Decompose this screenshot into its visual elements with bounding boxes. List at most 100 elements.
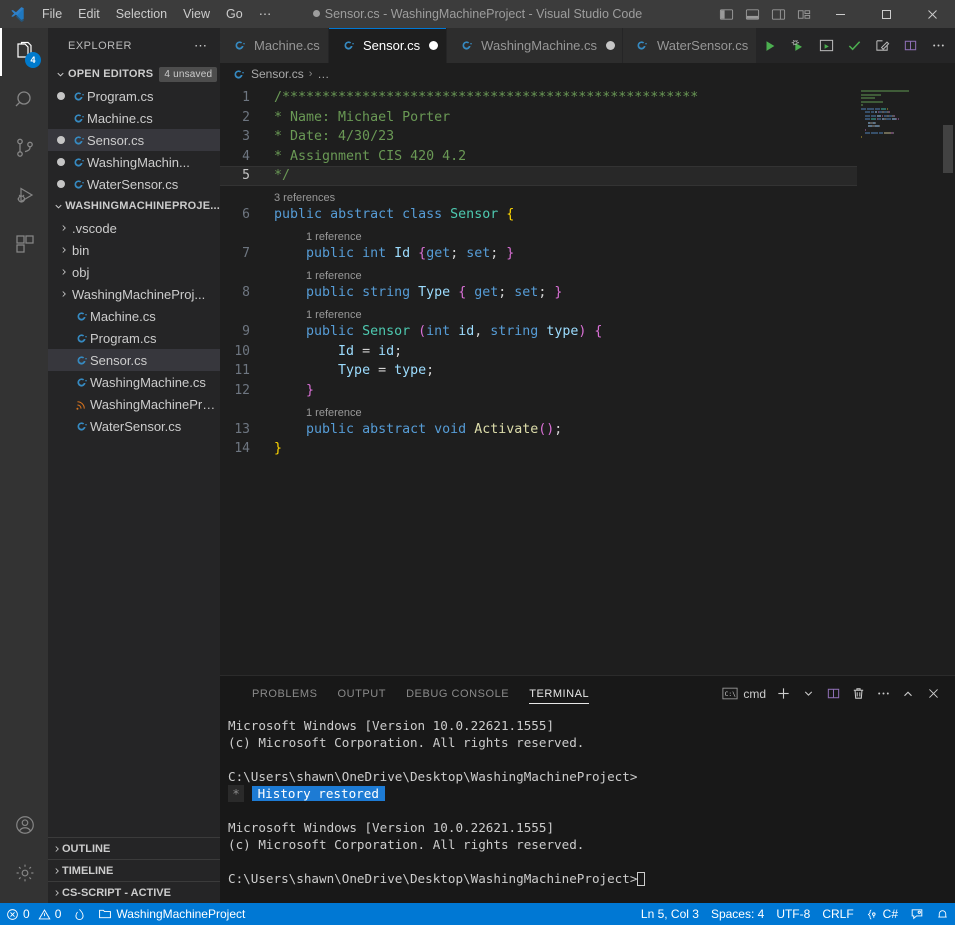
open-editor-item[interactable]: Machine.cs <box>48 107 220 129</box>
window-close-button[interactable] <box>909 0 955 28</box>
window-maximize-button[interactable] <box>863 0 909 28</box>
scrollbar-thumb[interactable] <box>943 125 953 173</box>
section-timeline[interactable]: TIMELINE <box>48 859 220 881</box>
code-line[interactable]: 14} <box>220 439 857 459</box>
panel-tab-output[interactable]: OUTPUT <box>328 676 397 711</box>
panel-tab-debug-console[interactable]: DEBUG CONSOLE <box>396 676 519 711</box>
kill-terminal-button[interactable] <box>846 682 870 706</box>
status-ports[interactable] <box>67 903 92 925</box>
code-line[interactable]: 9 public Sensor (int id, string type) { <box>220 322 857 342</box>
activity-item-extensions[interactable] <box>0 220 48 268</box>
activity-item-run-and-debug[interactable] <box>0 172 48 220</box>
section-outline[interactable]: OUTLINE <box>48 837 220 859</box>
menu-selection[interactable]: Selection <box>108 2 175 26</box>
code-line[interactable]: 1 /**************************************… <box>220 88 857 108</box>
run-in-terminal-button[interactable] <box>813 32 839 60</box>
section-cs-script[interactable]: CS-SCRIPT - ACTIVE <box>48 881 220 903</box>
codelens-reference[interactable]: 1 reference <box>300 230 362 244</box>
sidebar-more-actions-icon[interactable]: ⋯ <box>186 38 216 54</box>
dirty-indicator-icon[interactable] <box>52 180 69 188</box>
menu-view[interactable]: View <box>175 2 218 26</box>
activity-item-manage[interactable] <box>0 849 48 897</box>
new-terminal-button[interactable] <box>771 682 795 706</box>
more-actions-button[interactable] <box>925 32 951 60</box>
tab-dirty-indicator-icon[interactable] <box>429 41 439 50</box>
breadcrumb-trail[interactable]: … <box>317 67 329 81</box>
section-project-root[interactable]: WASHINGMACHINEPROJE... <box>48 195 220 217</box>
activity-item-explorer[interactable]: 4 <box>0 28 48 76</box>
menu-more[interactable]: ⋯ <box>251 2 280 26</box>
menu-go[interactable]: Go <box>218 2 251 26</box>
tree-item-folder[interactable]: WashingMachineProj... <box>48 283 220 305</box>
menu-file[interactable]: File <box>34 2 70 26</box>
tree-item-file[interactable]: WashingMachine.cs <box>48 371 220 393</box>
status-cursor-position[interactable]: Ln 5, Col 3 <box>635 903 705 925</box>
open-editor-item[interactable]: WaterSensor.cs <box>48 173 220 195</box>
open-editor-item[interactable]: Program.cs <box>48 85 220 107</box>
toggle-secondary-sidebar-icon[interactable] <box>765 0 791 28</box>
code-line[interactable]: 7 public int Id {get; set; } <box>220 244 857 264</box>
run-and-debug-button[interactable] <box>785 32 811 60</box>
status-indentation[interactable]: Spaces: 4 <box>705 903 770 925</box>
status-notifications[interactable] <box>930 903 955 925</box>
code-line[interactable]: 11 Type = type; <box>220 361 857 381</box>
tree-item-file-selected[interactable]: Sensor.cs <box>48 349 220 371</box>
tree-item-folder[interactable]: .vscode <box>48 217 220 239</box>
panel-tab-problems[interactable]: PROBLEMS <box>242 676 328 711</box>
code-content[interactable]: 1 /**************************************… <box>220 85 857 459</box>
dirty-indicator-icon[interactable] <box>52 158 69 166</box>
status-problems[interactable]: 0 0 <box>0 903 67 925</box>
status-feedback[interactable] <box>904 903 930 925</box>
code-line[interactable]: 3 * Date: 4/30/23 <box>220 127 857 147</box>
run-code-button[interactable] <box>757 32 783 60</box>
code-line[interactable]: 12 } <box>220 381 857 401</box>
code-line[interactable]: 4 * Assignment CIS 420 4.2 <box>220 147 857 167</box>
window-minimize-button[interactable] <box>817 0 863 28</box>
open-editor-item-selected[interactable]: Sensor.cs <box>48 129 220 151</box>
codelens-reference[interactable]: 1 reference <box>300 269 362 283</box>
dirty-indicator-icon[interactable] <box>52 92 69 100</box>
tree-item-file[interactable]: Machine.cs <box>48 305 220 327</box>
split-editor-button[interactable] <box>897 32 923 60</box>
tree-item-file[interactable]: WaterSensor.cs <box>48 415 220 437</box>
customize-layout-icon[interactable] <box>791 0 817 28</box>
activity-item-search[interactable] <box>0 76 48 124</box>
code-line[interactable]: 13 public abstract void Activate(); <box>220 420 857 440</box>
maximize-panel-button[interactable] <box>896 682 920 706</box>
panel-more-actions-button[interactable] <box>871 682 895 706</box>
tree-item-folder[interactable]: obj <box>48 261 220 283</box>
codelens-reference[interactable]: 1 reference <box>300 308 362 322</box>
status-eol[interactable]: CRLF <box>816 903 859 925</box>
split-terminal-button[interactable] <box>821 682 845 706</box>
code-scroll-area[interactable]: 1 /**************************************… <box>220 85 857 675</box>
tree-item-file[interactable]: WashingMachineProj... <box>48 393 220 415</box>
open-editor-item[interactable]: WashingMachin... <box>48 151 220 173</box>
terminal-output[interactable]: Microsoft Windows [Version 10.0.22621.15… <box>220 711 955 903</box>
toggle-primary-sidebar-icon[interactable] <box>713 0 739 28</box>
activity-item-source-control[interactable] <box>0 124 48 172</box>
codelens-reference[interactable]: 1 reference <box>300 406 362 420</box>
code-line[interactable]: 6 public abstract class Sensor { <box>220 205 857 225</box>
tree-item-folder[interactable]: bin <box>48 239 220 261</box>
menu-edit[interactable]: Edit <box>70 2 108 26</box>
close-panel-button[interactable] <box>921 682 945 706</box>
terminal-decoration-icon[interactable]: * <box>228 785 244 802</box>
editor-vertical-scrollbar[interactable] <box>941 85 955 675</box>
code-line[interactable]: 5 */ <box>220 166 857 186</box>
tab-watersensor-cs[interactable]: WaterSensor.cs <box>622 28 757 63</box>
toggle-panel-icon[interactable] <box>739 0 765 28</box>
activity-item-accounts[interactable] <box>0 801 48 849</box>
breadcrumb-file[interactable]: Sensor.cs <box>251 67 304 81</box>
panel-tab-terminal[interactable]: TERMINAL <box>519 676 599 711</box>
code-line[interactable]: 10 Id = id; <box>220 342 857 362</box>
code-line[interactable]: 2 * Name: Michael Porter <box>220 108 857 128</box>
terminal-shell-selector[interactable]: C:\ cmd <box>718 686 770 701</box>
status-language-mode[interactable]: C# <box>860 903 904 925</box>
dirty-indicator-icon[interactable] <box>52 136 69 144</box>
code-line[interactable]: 8 public string Type { get; set; } <box>220 283 857 303</box>
tab-dirty-indicator-icon[interactable] <box>606 41 616 50</box>
tree-item-file[interactable]: Program.cs <box>48 327 220 349</box>
tab-sensor-cs[interactable]: Sensor.cs <box>329 28 448 63</box>
section-open-editors[interactable]: OPEN EDITORS 4 unsaved <box>48 63 220 85</box>
terminal-profile-dropdown[interactable] <box>796 682 820 706</box>
